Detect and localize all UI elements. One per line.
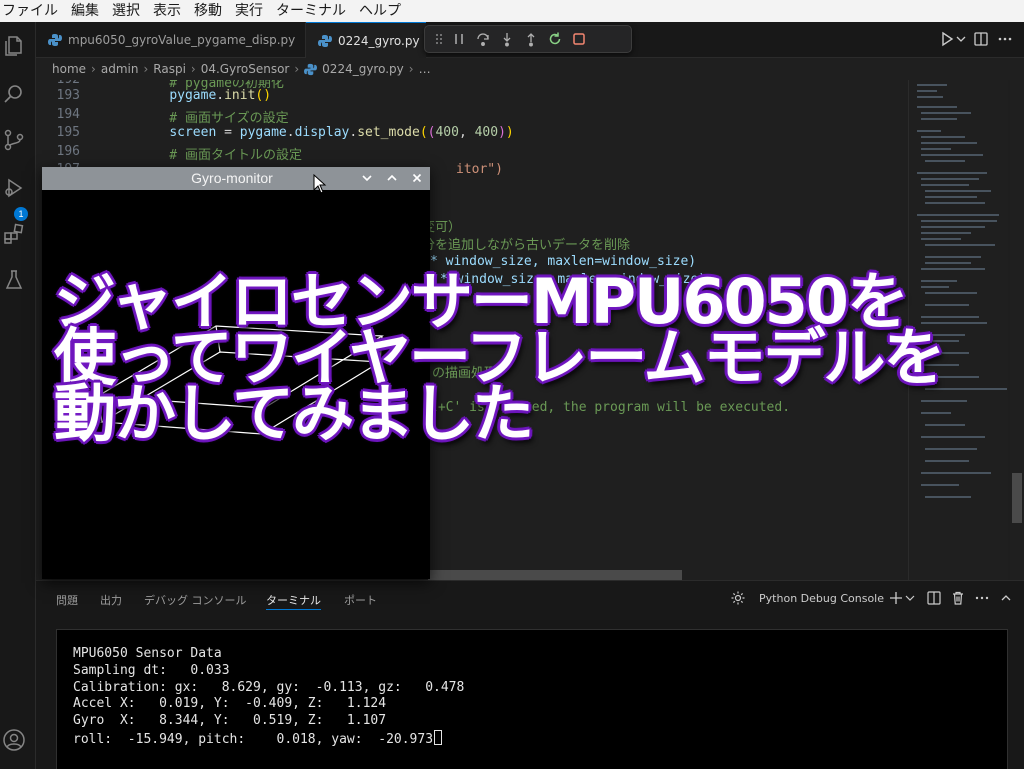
menu-file[interactable]: ファイル (2, 0, 58, 22)
split-editor-icon[interactable] (972, 30, 990, 48)
tab-debug-console[interactable]: デバッグ コンソール (144, 592, 247, 610)
menu-go[interactable]: 移動 (194, 0, 222, 22)
chevron-down-icon[interactable] (902, 590, 918, 606)
code-line-fragment: 分を追加しながら古いデータを削除 (422, 238, 631, 253)
tab-ports[interactable]: ポート (344, 592, 377, 610)
code-line: pygame.init() (169, 88, 272, 103)
chevron-right-icon: › (408, 62, 414, 76)
step-out-icon[interactable] (523, 31, 539, 47)
more-actions-icon[interactable] (974, 590, 990, 606)
stop-icon[interactable] (571, 31, 587, 47)
terminal-line: MPU6050 Sensor Data (73, 646, 222, 661)
chevron-down-icon[interactable] (952, 30, 970, 48)
python-file-icon (304, 63, 318, 75)
extensions-icon[interactable] (2, 222, 26, 246)
menu-bar: ファイル 編集 選択 表示 移動 実行 ターミナル ヘルプ (0, 0, 1024, 22)
line-number: 192 (36, 80, 80, 87)
source-control-icon[interactable] (2, 128, 26, 152)
maximize-icon[interactable] (385, 171, 399, 185)
mouse-pointer-icon (313, 174, 327, 194)
explorer-icon[interactable] (2, 34, 26, 58)
minimize-icon[interactable] (360, 171, 374, 185)
maximize-panel-icon[interactable] (998, 590, 1014, 606)
code-line-fragment: itor") (456, 162, 503, 177)
split-terminal-icon[interactable] (926, 590, 942, 606)
tab-mpu6050-gyrovalue[interactable]: mpu6050_gyroValue_pygame_disp.py (36, 22, 306, 58)
menu-selection[interactable]: 選択 (112, 0, 140, 22)
panel-actions: Python Debug Console (726, 590, 1016, 610)
tab-0224-gyro[interactable]: 0224_gyro.py (306, 22, 426, 58)
terminal-line: Sampling dt: 0.033 (73, 662, 230, 678)
terminal-line-last: roll: -15.949, pitch: 0.018, yaw: -20.97… (73, 729, 1007, 747)
terminal-output[interactable]: MPU6050 Sensor Data Sampling dt: 0.033 C… (56, 629, 1008, 769)
bottom-panel: 問題 出力 デバッグ コンソール ターミナル ポート Python Debug … (36, 580, 1024, 769)
terminal-line: Calibration: gx: 8.629, gy: -0.113, gz: … (73, 679, 465, 695)
editor-actions (938, 30, 1018, 50)
tab-output[interactable]: 出力 (100, 592, 122, 610)
terminal-instance-label[interactable]: Python Debug Console (759, 592, 884, 605)
overlay-title: ジャイロセンサーMPU6050を 使ってワイヤーフレームモデルを 動かしてみまし… (54, 271, 1014, 450)
window-titlebar[interactable]: Gyro-monitor (42, 167, 430, 190)
debug-toolbar (424, 25, 632, 53)
chevron-right-icon: › (190, 62, 196, 76)
tab-label: 0224_gyro.py (338, 33, 420, 48)
step-into-icon[interactable] (499, 31, 515, 47)
more-actions-icon[interactable] (996, 30, 1014, 48)
chevron-right-icon: › (143, 62, 149, 76)
breadcrumb-home[interactable]: home (52, 62, 86, 76)
code-line: # 画面サイズの設定 (138, 111, 289, 126)
run-debug-icon[interactable] (2, 176, 26, 200)
terminal-line: Gyro X: 8.344, Y: 0.519, Z: 1.107 (73, 713, 387, 729)
code-line: screen = pygame.display.set_mode((400, 4… (169, 125, 514, 140)
python-file-icon (318, 34, 332, 47)
chevron-right-icon: › (91, 62, 96, 76)
trash-icon[interactable] (950, 590, 966, 606)
tab-problems[interactable]: 問題 (56, 592, 78, 610)
debug-gear-icon (731, 591, 745, 605)
line-number: 194 (56, 107, 80, 122)
scrollbar-thumb[interactable] (1012, 473, 1022, 523)
line-number: 193 (56, 88, 80, 103)
chevron-right-icon: › (294, 62, 300, 76)
breadcrumb-file[interactable]: 0224_gyro.py (322, 62, 404, 76)
line-number: 195 (56, 125, 80, 140)
tab-label: mpu6050_gyroValue_pygame_disp.py (68, 33, 296, 47)
menu-help[interactable]: ヘルプ (359, 0, 401, 22)
breadcrumb-raspi[interactable]: Raspi (153, 62, 186, 76)
pause-icon[interactable] (451, 31, 467, 47)
account-icon[interactable] (2, 728, 26, 752)
close-icon[interactable] (410, 171, 424, 185)
breadcrumb-gyrosensor[interactable]: 04.GyroSensor (201, 62, 290, 76)
search-icon[interactable] (2, 82, 26, 106)
breadcrumb: home › admin › Raspi › 04.GyroSensor › 0224_… (36, 58, 1024, 80)
step-over-icon[interactable] (475, 31, 491, 47)
editor-horizontal-scrollbar-thumb[interactable] (428, 570, 682, 580)
menu-run[interactable]: 実行 (235, 0, 263, 22)
menu-terminal[interactable]: ターミナル (276, 0, 346, 22)
breadcrumb-more[interactable]: … (419, 62, 431, 76)
activity-bar: 1 (0, 22, 36, 769)
testing-icon[interactable] (2, 268, 26, 292)
terminal-cursor (434, 729, 443, 745)
breadcrumb-admin[interactable]: admin (101, 62, 139, 76)
python-file-icon (48, 34, 62, 46)
editor-tab-bar: mpu6050_gyroValue_pygame_disp.py 0224_gy… (36, 22, 1024, 58)
restart-icon[interactable] (547, 31, 563, 47)
code-line: # 画面タイトルの設定 (138, 148, 302, 163)
terminal-line: Accel X: 0.019, Y: -0.409, Z: 1.124 (73, 696, 387, 712)
line-number: 196 (56, 144, 80, 159)
overlay-title-line: 動かしてみました (54, 377, 534, 450)
drag-handle-icon[interactable] (431, 31, 447, 47)
debug-badge: 1 (14, 207, 28, 221)
tab-terminal[interactable]: ターミナル (266, 592, 321, 610)
menu-edit[interactable]: 編集 (71, 0, 99, 22)
menu-view[interactable]: 表示 (153, 0, 181, 22)
terminal-line: roll: -15.949, pitch: 0.018, yaw: -20.97… (73, 731, 434, 747)
